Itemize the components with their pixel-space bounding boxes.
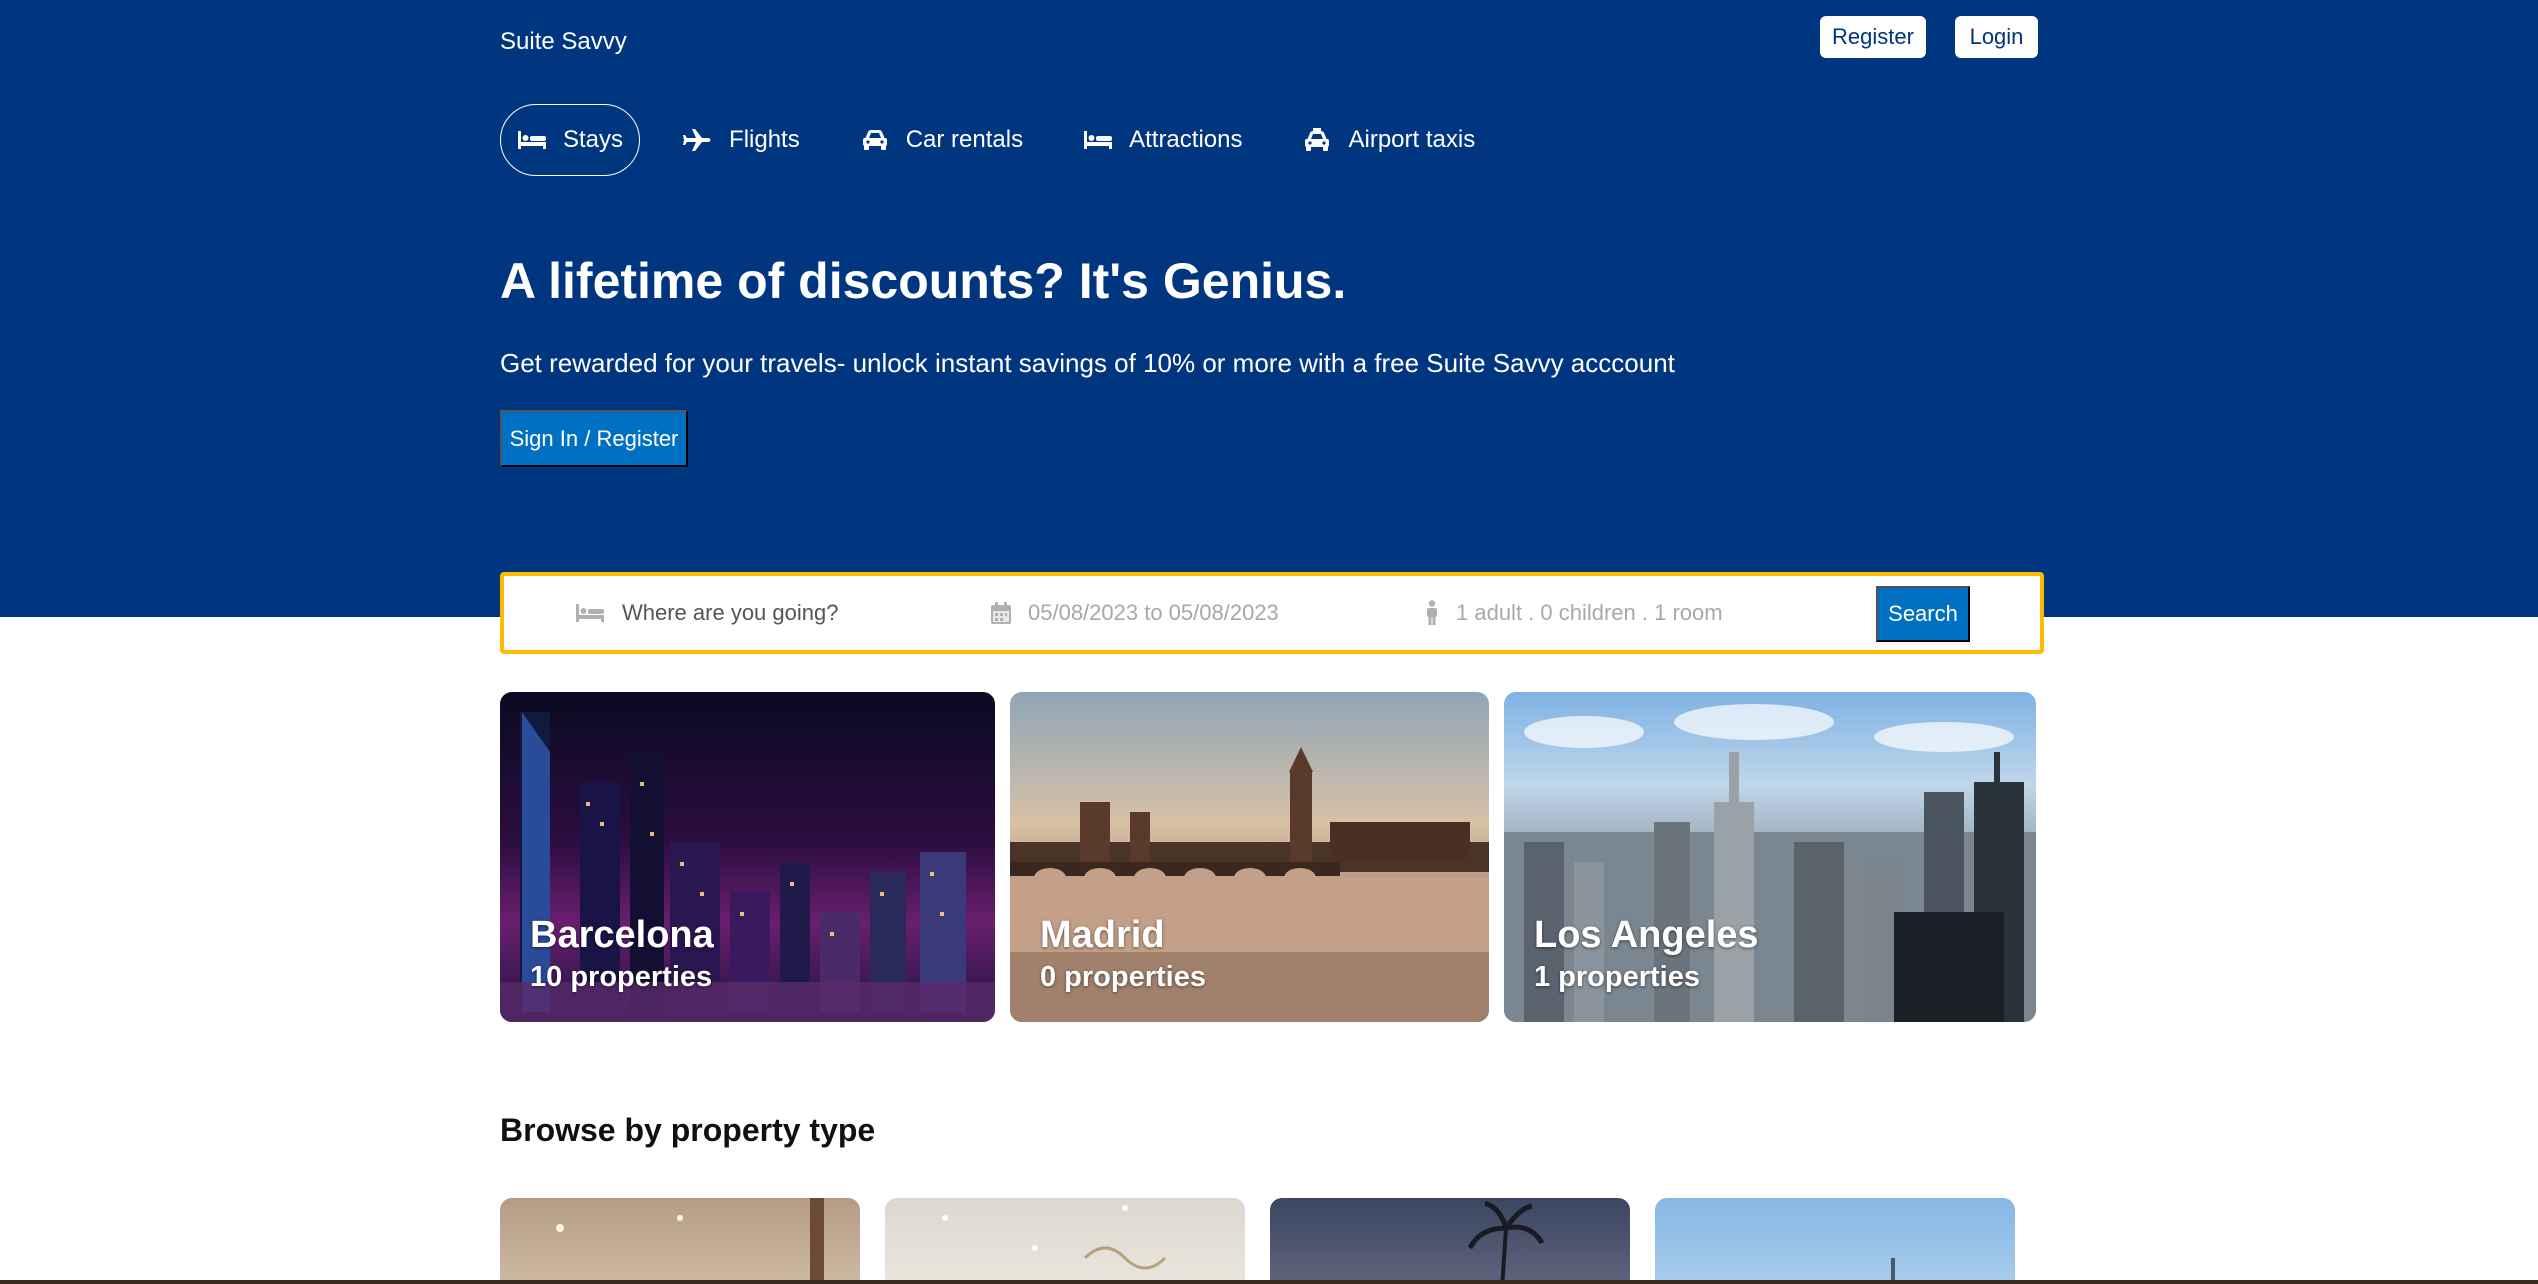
nav-label-stays: Stays (563, 126, 624, 153)
nav-item-airport-taxis[interactable]: Airport taxis (1285, 104, 1492, 176)
bed-icon (576, 604, 604, 622)
city-name: Barcelona (530, 914, 714, 956)
nav-label-car-rentals: Car rentals (905, 126, 1024, 153)
city-caption: Barcelona 10 properties (530, 914, 714, 994)
nav-bar: Stays Flights Car rentals Attractions Ai… (500, 104, 1518, 176)
city-name: Madrid (1040, 914, 1165, 956)
nav-label-flights: Flights (729, 126, 800, 153)
city-card-los-angeles[interactable]: Los Angeles 1 properties (1504, 692, 2036, 1022)
property-photo (556, 1198, 824, 1284)
search-button[interactable]: Search (1876, 586, 1970, 642)
destination-field[interactable]: Where are you going? (574, 576, 838, 650)
city-caption: Los Angeles 1 properties (1534, 914, 1759, 994)
section-title-property-types: Browse by property type (500, 1112, 876, 1148)
city-card-barcelona[interactable]: Barcelona 10 properties (500, 692, 995, 1022)
login-button[interactable]: Login (1955, 16, 2038, 58)
nav-label-attractions: Attractions (1129, 126, 1243, 153)
nav-item-attractions[interactable]: Attractions (1066, 104, 1259, 176)
nav-item-stays[interactable]: Stays (500, 104, 641, 176)
city-caption: Madrid 0 properties (1040, 914, 1206, 994)
date-range-field[interactable]: 05/08/2023 to 05/08/2023 (990, 576, 1279, 650)
calendar-icon (991, 602, 1011, 624)
city-property-count: 1 properties (1534, 961, 1700, 993)
sign-in-register-button[interactable]: Sign In / Register (500, 410, 688, 467)
city-property-count: 0 properties (1040, 961, 1206, 993)
nav-item-car-rentals[interactable]: Car rentals (843, 104, 1040, 176)
register-button[interactable]: Register (1820, 16, 1926, 58)
nav-item-flights[interactable]: Flights (666, 104, 817, 176)
property-photo (1467, 1200, 1545, 1284)
search-bar: Where are you going? 05/08/2023 to 05/08… (500, 572, 2044, 654)
page-bottom-border (0, 1280, 2538, 1284)
guests-value: 1 adult . 0 children . 1 room (1456, 600, 1723, 625)
property-photo (942, 1205, 1167, 1270)
property-photo (1891, 1258, 1895, 1284)
taxi-icon (1305, 128, 1330, 151)
property-type-card[interactable] (885, 1198, 1245, 1284)
guests-field[interactable]: 1 adult . 0 children . 1 room (1424, 576, 1723, 650)
brand-logo[interactable]: Suite Savvy (500, 28, 627, 56)
property-type-card[interactable] (500, 1198, 860, 1284)
property-type-card[interactable] (1270, 1198, 1630, 1284)
city-name: Los Angeles (1534, 914, 1759, 956)
hero-title: A lifetime of discounts? It's Genius. (500, 253, 1347, 309)
city-card-madrid[interactable]: Madrid 0 properties (1010, 692, 1489, 1022)
city-property-count: 10 properties (530, 961, 713, 993)
car-icon (862, 130, 887, 150)
nav-label-airport-taxis: Airport taxis (1348, 126, 1476, 153)
property-type-card[interactable] (1655, 1198, 2015, 1284)
person-icon (1427, 600, 1437, 625)
page: Suite Savvy Register Login Stays Flights (0, 0, 2538, 1284)
bed-icon (518, 131, 546, 149)
hero-subtitle: Get rewarded for your travels- unlock in… (500, 348, 1675, 378)
destination-input[interactable]: Where are you going? (622, 600, 838, 626)
date-range-value: 05/08/2023 to 05/08/2023 (1028, 600, 1279, 625)
bed-icon (1084, 131, 1113, 149)
plane-icon (683, 129, 711, 151)
